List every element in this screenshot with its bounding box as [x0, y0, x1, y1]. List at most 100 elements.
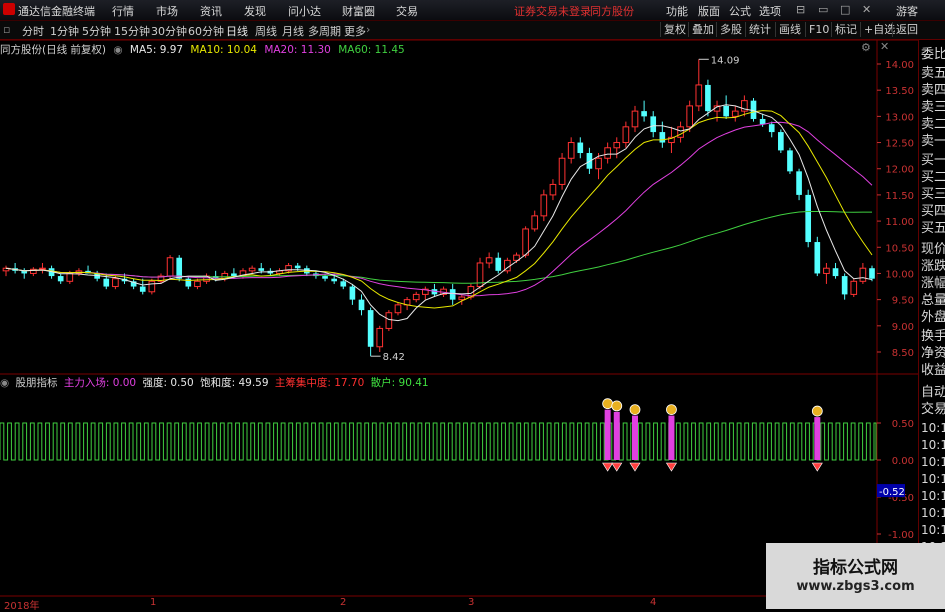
trade-login-notice[interactable]: 证券交易未登录	[514, 3, 591, 19]
side-buy3: 买三	[921, 187, 945, 202]
menu-faxian[interactable]: 发现	[244, 3, 266, 19]
candle-body	[823, 267, 830, 274]
tongji-button[interactable]: 统计	[745, 22, 774, 37]
sanhu-wave-line	[0, 422, 877, 461]
ma20-label: MA20: 11.30	[264, 44, 331, 56]
period-multi[interactable]: 多周期	[308, 23, 341, 39]
app-logo-icon	[3, 3, 15, 15]
candle-body	[331, 278, 337, 282]
panel-close-icon[interactable]: ✕	[880, 40, 889, 53]
candle-body	[604, 147, 611, 159]
side-sell3: 卖三	[921, 100, 945, 115]
candle-body	[340, 281, 347, 287]
indicator-name[interactable]: 股朋指标	[16, 377, 58, 389]
candle-body	[39, 267, 46, 270]
side-xianjia: 现价	[921, 242, 945, 257]
huaxian-button[interactable]: 画线	[775, 22, 804, 37]
period-monthly[interactable]: 月线	[282, 23, 304, 39]
chart-title: 同方股份(日线 前复权)	[0, 44, 107, 56]
candle-body	[549, 183, 557, 196]
ma-legend: 同方股份(日线 前复权) ◉ MA5: 9.97 MA10: 10.04 MA2…	[0, 42, 409, 56]
maximize-icon[interactable]: □	[840, 3, 850, 16]
side-zongliang: 总量	[921, 293, 945, 308]
watermark-badge: 指标公式网 www.zbgs3.com	[766, 543, 945, 609]
ind-qiangdu-label: 强度: 0.50	[142, 377, 194, 389]
menu-zixun[interactable]: 资讯	[200, 3, 222, 19]
candle-body	[723, 105, 729, 117]
period-15min[interactable]: 15分钟	[114, 23, 150, 39]
period-1min[interactable]: 1分钟	[50, 23, 79, 39]
back-button[interactable]: 返回	[892, 22, 921, 37]
indicator-settings-icon[interactable]: ◉	[0, 377, 9, 389]
duogu-button[interactable]: 多股	[716, 22, 745, 37]
money-bag-icon	[811, 405, 823, 417]
tick-time: 10:13	[921, 455, 945, 469]
chevron-right-icon[interactable]: ›	[366, 23, 370, 36]
candle-body	[814, 242, 821, 274]
menu-hangqing[interactable]: 行情	[112, 3, 134, 19]
restore-icon[interactable]: ▭	[818, 3, 828, 16]
period-toolbar: ▫ 分时 1分钟 5分钟 15分钟 30分钟 60分钟 日线 周线 月线 多周期…	[0, 21, 945, 40]
menu-wenxiaoda[interactable]: 问小达	[288, 3, 321, 19]
side-weibi: 委比	[921, 47, 945, 62]
side-auto[interactable]: 自动	[921, 384, 945, 401]
money-bag-icon	[602, 398, 614, 410]
candle-body	[139, 286, 146, 292]
signal-bar	[668, 415, 675, 460]
legend-settings-icon[interactable]: ◉	[113, 44, 122, 56]
app-title: 通达信金融终端	[18, 5, 95, 18]
minimize-icon[interactable]: ⊟	[796, 3, 805, 16]
price-tick-label: 8.50	[892, 348, 914, 359]
tick-time: 10:13	[921, 523, 945, 537]
candle-body	[695, 84, 703, 107]
candle-body	[787, 150, 793, 172]
menu-xuanxiang[interactable]: 选项	[759, 3, 781, 19]
period-daily[interactable]: 日线	[226, 23, 248, 39]
candle-body	[322, 276, 328, 279]
guest-user[interactable]: 游客	[896, 3, 918, 19]
ma60-line	[5, 211, 872, 284]
price-tick-label: 13.50	[885, 86, 914, 97]
ind-sanhu-label: 散户: 90.41	[370, 377, 429, 389]
candle-body	[796, 171, 802, 195]
price-tick-label: 12.00	[885, 165, 914, 176]
menu-banmian[interactable]: 版面	[698, 3, 720, 19]
chart-options-icon[interactable]: ⚙	[861, 41, 871, 54]
period-30min[interactable]: 30分钟	[151, 23, 187, 39]
candle-body	[850, 280, 858, 295]
period-fenshi[interactable]: 分时	[22, 23, 44, 39]
diamond-icon	[611, 462, 623, 472]
diejia-button[interactable]: 叠加	[688, 22, 717, 37]
menu-gongneng[interactable]: 功能	[666, 3, 688, 19]
biaoji-button[interactable]: 标记	[831, 22, 860, 37]
candle-body	[522, 228, 529, 256]
candle-body	[567, 142, 575, 159]
candle-body	[686, 105, 694, 128]
fuquan-button[interactable]: 复权	[660, 22, 689, 37]
menu-jiaoyi[interactable]: 交易	[396, 3, 418, 19]
tick-time: 10:13	[921, 438, 945, 452]
close-icon[interactable]: ✕	[862, 3, 871, 16]
candle-body	[558, 157, 566, 185]
side-trade[interactable]: 交易	[921, 401, 945, 418]
candle-body	[412, 293, 420, 301]
candle-body	[631, 110, 639, 128]
menu-shichang[interactable]: 市场	[156, 3, 178, 19]
candle-body	[832, 268, 839, 277]
period-weekly[interactable]: 周线	[255, 23, 277, 39]
f10-button[interactable]: F10	[805, 22, 832, 37]
period-60min[interactable]: 60分钟	[188, 23, 224, 39]
menu-caifuquan[interactable]: 财富圈	[342, 3, 375, 19]
period-5min[interactable]: 5分钟	[82, 23, 111, 39]
candle-body	[294, 265, 301, 269]
candle-body	[841, 276, 848, 295]
period-more[interactable]: 更多	[344, 23, 366, 39]
high-price-label: 14.09	[711, 55, 740, 66]
side-zhangfu: 涨幅	[921, 276, 945, 291]
tick-time: 10:13	[921, 472, 945, 486]
side-sell5: 卖五	[921, 66, 945, 81]
toolbar-menu-icon[interactable]: ▫	[3, 23, 10, 36]
menu-gongshi[interactable]: 公式	[729, 3, 751, 19]
candle-body	[731, 110, 739, 117]
kline-chart-canvas[interactable]: 14.00 13.50 13.00 12.50 12.00 11.50 11.00 10.50…	[0, 40, 918, 597]
